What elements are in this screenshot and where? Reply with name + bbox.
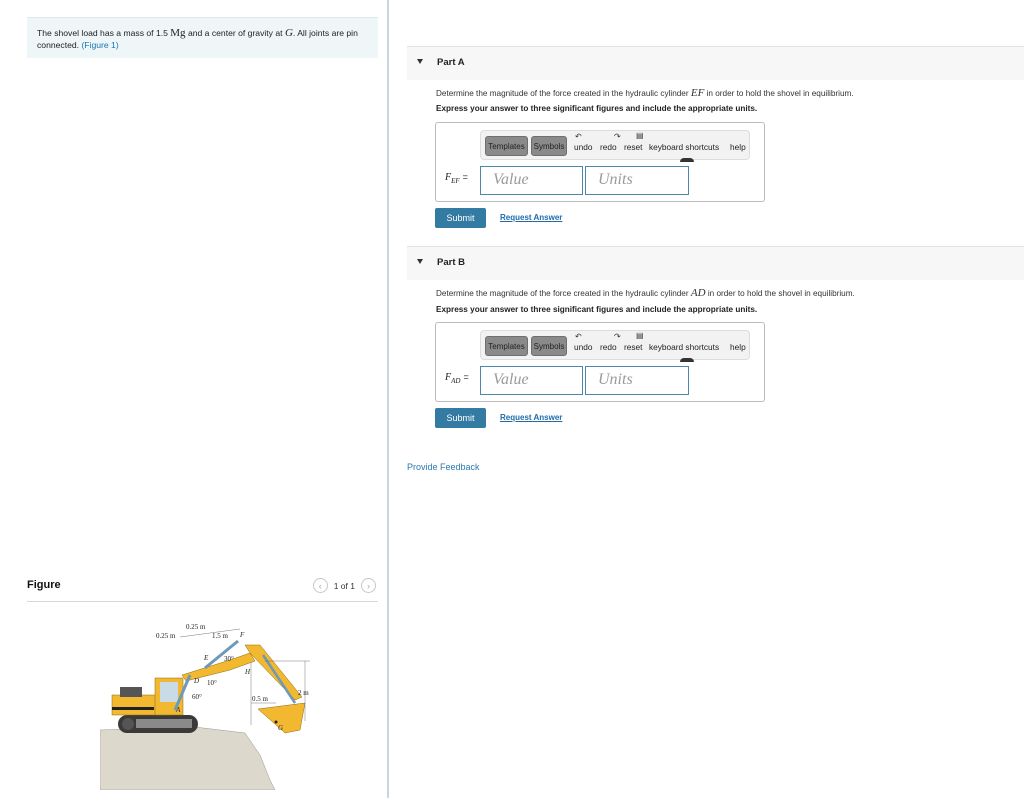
part-a-answer-box: Templates Symbols ↶ undo ↷ redo ▤ reset … [435,122,765,202]
value-input[interactable]: Value [480,166,583,195]
figure-header: Figure ‹ 1 of 1 › [27,576,378,602]
part-b-header[interactable]: Part B [407,246,1024,280]
label-G: G [278,724,283,732]
value-input[interactable]: Value [480,366,583,395]
label-dim-025-left: 0.25 m [156,632,176,640]
part-a-request-answer-link[interactable]: Request Answer [500,213,562,222]
part-a-instruction: Express your answer to three significant… [436,104,758,113]
redo-icon: ↷ [614,332,621,341]
part-a-question: Determine the magnitude of the force cre… [436,87,854,99]
caret-down-icon [417,259,423,264]
variable-subscript: AD [451,377,461,385]
undo-button[interactable]: undo [574,142,592,152]
cog-symbol: G [284,27,293,39]
math-toolbar: Templates Symbols ↶ undo ↷ redo ▤ reset … [480,130,750,162]
reset-icon: ▤ [636,131,644,140]
label-D: D [193,677,199,685]
pane-divider[interactable] [387,0,389,798]
keyboard-icon [680,358,694,362]
label-dim-15: 1.5 m [212,632,229,640]
keyboard-icon [680,158,694,162]
left-pane: The shovel load has a mass of 1.5 Mg and… [0,0,388,798]
problem-statement: The shovel load has a mass of 1.5 Mg and… [27,17,378,58]
reset-button[interactable]: reset [624,342,642,352]
label-A: A [175,706,181,714]
label-dim-05: 0.5 m [252,695,269,703]
part-a-submit-button[interactable]: Submit [435,208,486,228]
ground [100,726,276,790]
reset-icon: ▤ [636,331,644,340]
label-angle-60: 60° [192,693,202,701]
part-b-title: Part B [437,257,465,268]
question-text: in order to hold the shovel in equilibri… [705,289,855,298]
redo-button[interactable]: redo [600,142,617,152]
templates-button[interactable]: Templates [485,136,528,156]
problem-text: and a center of gravity at [185,28,285,38]
reset-button[interactable]: reset [624,142,642,152]
right-pane: Part A Determine the magnitude of the fo… [400,0,1024,798]
symbols-button[interactable]: Symbols [531,136,567,156]
label-E: E [203,654,209,662]
part-a-title: Part A [437,57,465,68]
math-toolbar: Templates Symbols ↶ undo ↷ redo ▤ reset … [480,330,750,362]
equals-sign: = [462,172,468,182]
keyboard-shortcuts-button[interactable]: keyboard shortcuts [649,342,719,352]
problem-text: The shovel load has a mass of 1.5 [37,28,171,38]
units-input[interactable]: Units [585,366,689,395]
question-text: Determine the magnitude of the force cre… [436,89,691,98]
part-b-submit-button[interactable]: Submit [435,408,486,428]
variable-label: FAD = [445,372,469,385]
help-button[interactable]: help [730,342,746,352]
variable-subscript: EF [451,177,460,185]
question-symbol: EF [690,87,705,99]
figure-title: Figure [27,579,61,591]
variable-label: FEF = [445,172,468,185]
question-symbol: AD [690,287,706,299]
redo-button[interactable]: redo [600,342,617,352]
question-text: in order to hold the shovel in equilibri… [704,89,854,98]
part-b-question: Determine the magnitude of the force cre… [436,287,855,299]
figure-pager: ‹ 1 of 1 › [312,578,376,593]
templates-button[interactable]: Templates [485,336,528,356]
chevron-left-icon[interactable]: ‹ [312,578,328,593]
undo-icon: ↶ [575,132,582,141]
equals-sign: = [463,372,469,382]
provide-feedback-link[interactable]: Provide Feedback [407,462,480,472]
units-input[interactable]: Units [585,166,689,195]
help-button[interactable]: help [730,142,746,152]
undo-button[interactable]: undo [574,342,592,352]
part-a-header[interactable]: Part A [407,46,1024,80]
label-angle-30: 30° [224,655,234,663]
symbols-button[interactable]: Symbols [531,336,567,356]
caret-down-icon [417,59,423,64]
part-b-request-answer-link[interactable]: Request Answer [500,413,562,422]
undo-icon: ↶ [575,332,582,341]
part-b-answer-box: Templates Symbols ↶ undo ↷ redo ▤ reset … [435,322,765,402]
redo-icon: ↷ [614,132,621,141]
figure-page-count: 1 of 1 [333,580,355,591]
label-dim-2: 2 m [298,689,309,697]
excavator-figure: 0.25 m 0.25 m 1.5 m F E 30° H D 10° 60° … [100,623,310,790]
label-angle-10: 10° [207,679,217,687]
figure-link[interactable]: (Figure 1) [81,40,118,50]
label-dim-025-top: 0.25 m [186,623,206,631]
part-b-instruction: Express your answer to three significant… [436,305,758,314]
mass-unit: Mg [170,27,186,39]
chevron-right-icon[interactable]: › [361,578,376,593]
label-H: H [244,668,251,676]
label-F: F [239,631,245,639]
question-text: Determine the magnitude of the force cre… [436,289,691,298]
keyboard-shortcuts-button[interactable]: keyboard shortcuts [649,142,719,152]
